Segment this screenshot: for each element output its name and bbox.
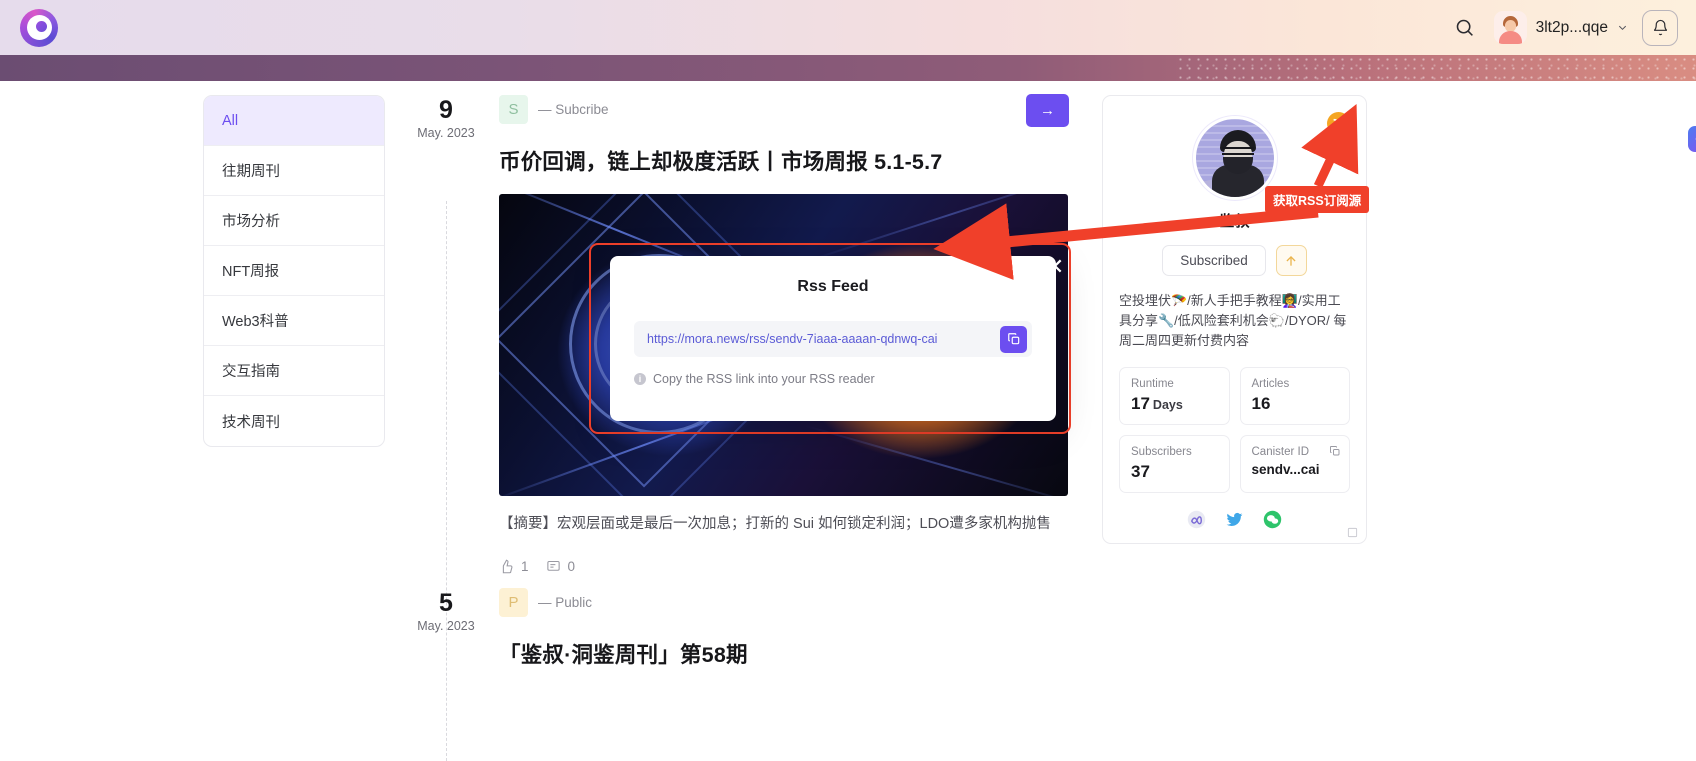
stat-number: 17 [1131, 394, 1150, 414]
profile-name: 鉴叔 [1219, 213, 1250, 230]
stat-runtime: Runtime 17 Days [1119, 367, 1230, 426]
visibility-label: — Public [538, 595, 593, 610]
article-title[interactable]: 「鉴叔·洞鉴周刊」第58期 [499, 638, 1069, 669]
social-links [1187, 509, 1283, 529]
stat-value: 16 [1251, 394, 1271, 414]
visibility-badge: P [499, 588, 528, 617]
profile-actions: Subscribed [1162, 245, 1307, 276]
boost-button[interactable] [1275, 245, 1307, 276]
visibility-label: — Subcribe [538, 102, 609, 117]
avatar [1192, 116, 1277, 200]
article-date: 9 May. 2023 [401, 96, 491, 141]
sidebar-item-label: NFT周报 [222, 264, 280, 280]
category-sidebar: All 往期周刊 市场分析 NFT周报 Web3科普 交互指南 技术周刊 [203, 95, 385, 447]
sidebar-item-nft-weekly[interactable]: NFT周报 [204, 246, 384, 296]
user-menu[interactable]: 3lt2p...qqe [1493, 11, 1628, 44]
sidebar-item-interaction-guide[interactable]: 交互指南 [204, 346, 384, 396]
stat-subscribers: Subscribers 37 [1119, 435, 1230, 494]
logo-dot [35, 21, 47, 32]
profile-bio: 空投埋伏🪂/新人手把手教程👩‍🏫/实用工具分享🔧/低风险套利机会🐑/DYOR/ … [1119, 293, 1347, 349]
timeline-divider [446, 201, 447, 761]
stat-label: Articles [1251, 378, 1290, 391]
mora-logo[interactable] [18, 7, 60, 49]
rss-glyph [1333, 118, 1344, 129]
comment-button[interactable]: 0 [546, 559, 576, 574]
sidebar-item-past-weekly[interactable]: 往期周刊 [204, 146, 384, 196]
stat-label: Runtime [1131, 378, 1174, 391]
date-month-year: May. 2023 [417, 619, 475, 634]
copy-icon [1007, 333, 1019, 345]
wechat-icon[interactable] [1263, 509, 1283, 529]
article-title[interactable]: 币价回调，链上却极度活跃丨市场周报 5.1-5.7 [499, 145, 1069, 176]
chevron-down-icon [1618, 25, 1627, 31]
like-count: 1 [521, 559, 529, 574]
modal-title: Rss Feed [797, 278, 869, 295]
search-icon[interactable] [1450, 13, 1480, 43]
sidebar-item-web3-basics[interactable]: Web3科普 [204, 296, 384, 346]
notifications-button[interactable] [1642, 9, 1678, 46]
stat-value: sendv...cai [1251, 462, 1320, 478]
modal-hint: i Copy the RSS link into your RSS reader [634, 372, 1032, 386]
comment-icon [546, 560, 560, 571]
stat-value: 37 [1131, 462, 1150, 482]
rss-url-field[interactable]: https://mora.news/rss/sendv-7iaaa-aaaan-… [634, 321, 1032, 357]
twitter-icon[interactable] [1225, 509, 1245, 529]
logo-inner-circle [26, 15, 52, 40]
article-summary: 【摘要】宏观层面或是最后一次加息；打新的 Sui 如何锁定利润；LDO遭多家机构… [499, 516, 1051, 532]
avatar [1493, 11, 1527, 44]
stat-unit: Days [1152, 398, 1183, 413]
rss-icon[interactable] [1327, 112, 1350, 135]
date-month-year: May. 2023 [417, 126, 475, 141]
info-icon: i [634, 373, 646, 385]
article-meta: S — Subcribe [499, 95, 1069, 124]
date-day: 5 [439, 589, 453, 617]
article-date: 5 May. 2023 [401, 589, 491, 634]
decorative-banner [0, 55, 1696, 81]
profile-card: 鉴叔 Subscribed 空投埋伏🪂/新人手把手教程👩‍🏫/实用工具分享🔧/低… [1102, 95, 1367, 545]
bell-icon [1653, 19, 1667, 36]
sidebar-item-label: 交互指南 [222, 364, 280, 380]
support-chat-button[interactable] [1688, 126, 1696, 152]
arrow-up-icon [1286, 255, 1296, 266]
like-button[interactable]: 1 [499, 559, 529, 574]
thumbs-up-icon [502, 559, 513, 574]
rss-feed-modal: Rss Feed https://mora.news/rss/sendv-7ia… [610, 256, 1056, 421]
date-day: 9 [439, 96, 453, 124]
logo-icon [20, 8, 58, 47]
sidebar-item-label: All [222, 112, 239, 129]
article-content: P — Public 「鉴叔·洞鉴周刊」第58期 [499, 588, 1069, 669]
sidebar-item-label: 市场分析 [222, 214, 280, 230]
dfinity-icon[interactable] [1187, 509, 1207, 529]
article-meta: P — Public [499, 588, 1069, 617]
sidebar-item-label: 往期周刊 [222, 164, 280, 180]
resize-corner-icon [1347, 525, 1358, 538]
header-actions: 3lt2p...qqe [1450, 9, 1678, 46]
stat-canister-id: Canister ID sendv...cai [1239, 435, 1350, 494]
subscribe-button[interactable]: Subscribed [1162, 245, 1266, 276]
sidebar-item-label: 技术周刊 [222, 414, 280, 431]
stat-label: Canister ID [1251, 446, 1310, 459]
article-actions: 1 0 → [499, 94, 1069, 574]
app-header: 3lt2p...qqe [0, 0, 1696, 55]
sidebar-item-market-analysis[interactable]: 市场分析 [204, 196, 384, 246]
sidebar-item-tech-weekly[interactable]: 技术周刊 [204, 396, 384, 446]
annotation-tooltip: 获取RSS订阅源 [1265, 186, 1370, 213]
profile-stats: Runtime 17 Days Articles 16 Subscribers 3… [1119, 367, 1350, 494]
stat-value: 17 Days [1131, 394, 1218, 414]
close-icon[interactable]: ✕ [1043, 256, 1067, 280]
comment-count: 0 [567, 559, 576, 574]
copy-icon[interactable] [1329, 444, 1341, 462]
sidebar-item-all[interactable]: All [204, 96, 384, 146]
modal-hint-text: Copy the RSS link into your RSS reader [653, 372, 875, 386]
banner-dots [1176, 55, 1696, 81]
rss-url-text: https://mora.news/rss/sendv-7iaaa-aaaan-… [647, 332, 938, 346]
visibility-badge: S [499, 95, 528, 124]
user-name: 3lt2p...qqe [1535, 18, 1608, 36]
read-more-button[interactable]: → [1026, 94, 1069, 127]
stat-label: Subscribers [1131, 446, 1192, 459]
stat-articles: Articles 16 [1239, 367, 1350, 426]
sidebar-item-label: Web3科普 [222, 314, 289, 330]
copy-button[interactable] [1000, 325, 1027, 353]
